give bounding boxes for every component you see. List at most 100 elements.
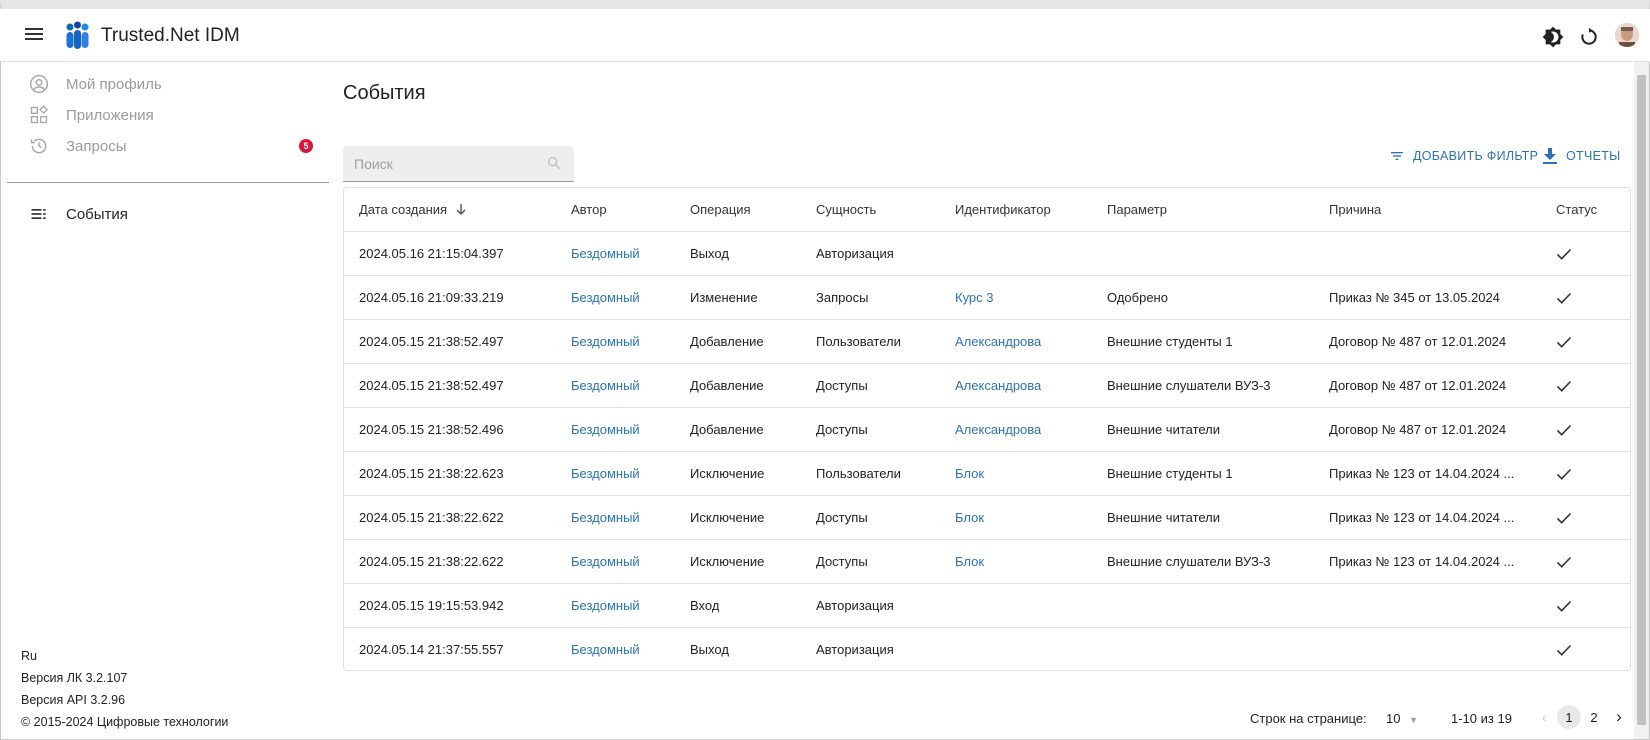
cell-operation: Добавление: [690, 378, 764, 393]
check-icon: [1556, 644, 1572, 656]
search-icon: [546, 155, 562, 176]
cell-date: 2024.05.16 21:15:04.397: [359, 246, 504, 261]
cell-identifier[interactable]: Блок: [955, 496, 984, 540]
check-icon: [1556, 512, 1572, 524]
sidebar-item-apps[interactable]: Приложения: [27, 100, 327, 130]
sidebar-divider: [7, 182, 329, 183]
table-row[interactable]: 2024.05.15 21:38:52.496 Бездомный Добавлен…: [344, 408, 1630, 452]
cell-author[interactable]: Бездомный: [571, 452, 640, 496]
cell-operation: Исключение: [690, 554, 765, 569]
cell-date: 2024.05.15 21:38:22.623: [359, 466, 504, 481]
cell-operation: Добавление: [690, 334, 764, 349]
cell-identifier[interactable]: Блок: [955, 540, 984, 584]
column-header-identifier[interactable]: Идентификатор: [955, 188, 1051, 232]
table-row[interactable]: 2024.05.15 21:38:22.622 Бездомный Исключен…: [344, 496, 1630, 540]
cell-identifier[interactable]: Александрова: [955, 364, 1041, 408]
column-header-operation[interactable]: Операция: [690, 188, 751, 232]
table-row[interactable]: 2024.05.16 21:15:04.397 Бездомный Выход Авт…: [344, 232, 1630, 276]
rows-per-page-select[interactable]: 10 ▼: [1386, 711, 1418, 726]
cell-reason: Договор № 487 от 12.01.2024: [1329, 334, 1507, 349]
cell-identifier[interactable]: Александрова: [955, 408, 1041, 452]
column-header-entity[interactable]: Сущность: [816, 188, 876, 232]
cell-author[interactable]: Бездомный: [571, 496, 640, 540]
cell-entity: Авторизация: [816, 246, 894, 261]
add-filter-button[interactable]: ДОБАВИТЬ ФИЛЬТР: [1389, 146, 1538, 166]
cell-identifier[interactable]: Блок: [955, 452, 984, 496]
page-2-button[interactable]: 2: [1582, 705, 1606, 729]
cell-author[interactable]: Бездомный: [571, 540, 640, 584]
cell-entity: Авторизация: [816, 642, 894, 657]
table-row[interactable]: 2024.05.15 21:38:22.622 Бездомный Исключен…: [344, 540, 1630, 584]
check-icon: [1556, 556, 1572, 568]
sidebar-item-label: События: [66, 205, 128, 223]
cell-author[interactable]: Бездомный: [571, 584, 640, 628]
check-icon: [1556, 292, 1572, 304]
theme-toggle-icon[interactable]: [1541, 25, 1565, 49]
cell-date: 2024.05.14 21:37:55.557: [359, 642, 504, 657]
reports-button[interactable]: ОТЧЕТЫ: [1543, 146, 1621, 166]
cell-date: 2024.05.15 21:38:52.496: [359, 422, 504, 437]
user-avatar[interactable]: [1615, 23, 1639, 47]
column-header-status[interactable]: Статус: [1556, 188, 1597, 232]
arrow-down-icon: [455, 189, 467, 232]
column-header-reason[interactable]: Причина: [1329, 188, 1381, 232]
cell-date: 2024.05.15 21:38:22.622: [359, 554, 504, 569]
check-icon: [1556, 380, 1572, 392]
cell-identifier[interactable]: Александрова: [955, 320, 1041, 364]
language-switch[interactable]: Ru: [21, 649, 37, 663]
table-row[interactable]: 2024.05.15 21:38:52.497 Бездомный Добавлен…: [344, 320, 1630, 364]
sidebar-item-events[interactable]: События: [27, 199, 327, 229]
rows-per-page-label: Строк на странице:: [1250, 711, 1367, 726]
table-row[interactable]: 2024.05.15 19:15:53.942 Бездомный Вход Авто…: [344, 584, 1630, 628]
account-circle-icon: [27, 72, 51, 96]
cell-parameter: Одобрено: [1107, 290, 1168, 305]
events-table: Дата создания Автор Операция Сущность Ид…: [343, 187, 1631, 671]
sidebar-item-requests[interactable]: Запросы 5: [27, 131, 327, 161]
cell-author[interactable]: Бездомный: [571, 408, 640, 452]
cell-author[interactable]: Бездомный: [571, 232, 640, 276]
cell-author[interactable]: Бездомный: [571, 364, 640, 408]
cell-parameter: Внешние слушатели ВУЗ-3: [1107, 554, 1271, 569]
cell-parameter: Внешние слушатели ВУЗ-3: [1107, 378, 1271, 393]
cell-entity: Запросы: [816, 290, 869, 305]
cell-author[interactable]: Бездомный: [571, 628, 640, 672]
cell-operation: Добавление: [690, 422, 764, 437]
app-title: Trusted.Net IDM: [101, 25, 240, 46]
cell-date: 2024.05.15 19:15:53.942: [359, 598, 504, 613]
cell-parameter: Внешние читатели: [1107, 422, 1221, 437]
check-icon: [1556, 600, 1572, 612]
table-row[interactable]: 2024.05.16 21:09:33.219 Бездомный Изменени…: [344, 276, 1630, 320]
column-header-date[interactable]: Дата создания: [359, 188, 467, 232]
refresh-icon[interactable]: [1577, 25, 1601, 49]
scrollbar-thumb[interactable]: [1637, 75, 1646, 725]
reports-label: ОТЧЕТЫ: [1566, 149, 1621, 163]
cell-entity: Доступы: [816, 554, 868, 569]
check-icon: [1556, 468, 1572, 480]
prev-page-icon[interactable]: ‹: [1532, 705, 1556, 729]
cell-operation: Выход: [690, 246, 729, 261]
cell-identifier[interactable]: Курс 3: [955, 276, 994, 320]
menu-icon[interactable]: [25, 25, 47, 47]
next-page-icon[interactable]: ›: [1607, 705, 1631, 729]
cell-reason: Приказ № 123 от 14.04.2024 ...: [1329, 554, 1515, 569]
scrollbar[interactable]: [1634, 62, 1649, 739]
cell-parameter: Внешние читатели: [1107, 510, 1221, 525]
search-input[interactable]: Поиск: [343, 146, 574, 182]
cell-reason: Приказ № 123 от 14.04.2024 ...: [1329, 466, 1515, 481]
sidebar-item-profile[interactable]: Мой профиль: [27, 69, 327, 99]
cell-parameter: Внешние студенты 1: [1107, 334, 1233, 349]
page-1-button[interactable]: 1: [1557, 705, 1581, 729]
version-lk: Версия ЛК 3.2.107: [21, 671, 128, 685]
cell-date: 2024.05.15 21:38:52.497: [359, 334, 504, 349]
table-row[interactable]: 2024.05.15 21:38:52.497 Бездомный Добавлен…: [344, 364, 1630, 408]
table-row[interactable]: 2024.05.15 21:38:22.623 Бездомный Исключен…: [344, 452, 1630, 496]
table-row[interactable]: 2024.05.14 21:37:55.557 Бездомный Выход Авт…: [344, 628, 1630, 672]
column-header-author[interactable]: Автор: [571, 188, 607, 232]
add-filter-label: ДОБАВИТЬ ФИЛЬТР: [1413, 149, 1539, 163]
cell-operation: Изменение: [690, 290, 758, 305]
cell-author[interactable]: Бездомный: [571, 320, 640, 364]
cell-author[interactable]: Бездомный: [571, 276, 640, 320]
version-api: Версия API 3.2.96: [21, 693, 126, 707]
check-icon: [1556, 424, 1572, 436]
column-header-parameter[interactable]: Параметр: [1107, 188, 1167, 232]
